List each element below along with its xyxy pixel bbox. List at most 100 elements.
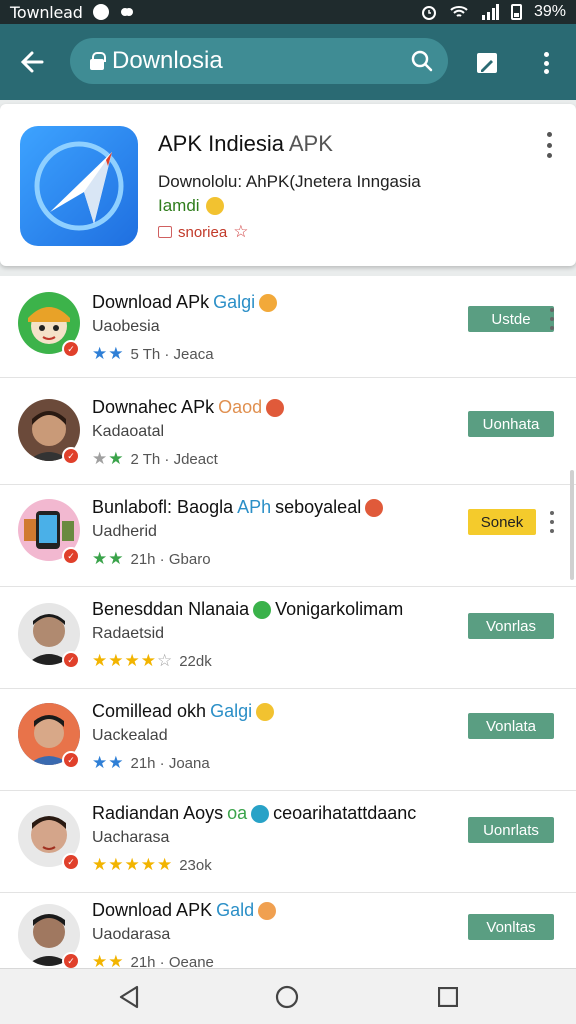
verified-badge-icon: ✓ — [62, 952, 80, 968]
list-item-meta: ★★★★☆ 22dk — [92, 651, 212, 671]
edit-icon[interactable] — [474, 50, 502, 78]
featured-title-text: APK Indiesia — [158, 131, 284, 156]
verified-badge-icon: ✓ — [62, 751, 80, 769]
list-item-title: Download APK Gald — [92, 900, 277, 921]
rating-stars: ★★★★☆ — [92, 651, 174, 670]
featured-subtitle2-text: Iamdi — [158, 196, 200, 215]
install-button[interactable]: Uonhata — [468, 411, 554, 437]
rating-stars: ★★ — [92, 753, 125, 772]
list-item-tag: Vonigarkolimam — [275, 599, 404, 619]
battery-percent: 39% — [533, 3, 566, 20]
list-item-title: Download APk Galgi — [92, 292, 278, 313]
list-item-tag: Gald — [216, 900, 255, 920]
list-item[interactable]: ✓ Download APk Galgi Uaobesia ★★ 5 Th · … — [0, 276, 576, 378]
verified-badge-icon: ✓ — [62, 547, 80, 565]
search-bar[interactable]: Downlosia — [70, 38, 448, 84]
list-item-meta: ★★ 5 Th · Jeaca — [92, 344, 214, 364]
install-button[interactable]: Vonrlas — [468, 613, 554, 639]
verified-badge-icon: ✓ — [62, 447, 80, 465]
list-item-tag: Oaod — [218, 397, 263, 417]
coin-icon — [259, 293, 278, 312]
message-icon — [158, 226, 172, 238]
featured-app-card[interactable]: APK Indiesia APK Downololu: AhPK(Jnetera… — [0, 104, 576, 266]
list-item-tag: oa — [227, 803, 248, 823]
install-button[interactable]: Vonlata — [468, 713, 554, 739]
list-item-tag-2: ceoarihatattdaanc — [273, 803, 417, 823]
list-item-meta-text: 22dk — [179, 652, 212, 670]
list-item-menu-button[interactable] — [548, 511, 556, 533]
install-button[interactable]: Ustde — [468, 306, 554, 332]
list-item-meta: ★★ 21h · Joana — [92, 753, 210, 773]
list-item[interactable]: ✓ Radiandan Aoys oa ceoarihatattdaanc Ua… — [0, 791, 576, 893]
list-item[interactable]: ✓ Comillead okh Galgi Uackealad ★★ 21h ·… — [0, 689, 576, 791]
coin-icon — [256, 702, 275, 721]
badge-icon — [205, 197, 224, 215]
list-item-tag: APh — [237, 497, 272, 517]
list-item-title-text: Comillead okh — [92, 701, 207, 721]
nav-back-icon[interactable] — [118, 985, 140, 1009]
overflow-menu-button[interactable] — [532, 48, 560, 78]
list-item[interactable]: ✓ Download APK Gald Uaodarasa ★★ 21h · O… — [0, 890, 576, 968]
app-bar: Downlosia — [0, 24, 576, 100]
list-item-subtitle: Uadherid — [92, 523, 157, 540]
signal-icon — [481, 4, 499, 20]
coin-icon — [365, 498, 384, 517]
scrollbar[interactable] — [570, 470, 574, 580]
featured-app-subtitle: Downololu: AhPK(Jnetera Inngasia — [158, 172, 421, 191]
verified-badge-icon: ✓ — [62, 853, 80, 871]
list-item-meta: ★★ 2 Th · Jdeact — [92, 449, 218, 469]
list-item-title-text: Benesddan Nlanaia — [92, 599, 250, 619]
search-icon[interactable] — [410, 49, 434, 73]
list-item[interactable]: ✓ Benesddan Nlanaia Vonigarkolimam Radae… — [0, 587, 576, 689]
list-item-subtitle: Uaobesia — [92, 318, 160, 335]
install-button[interactable]: Vonltas — [468, 914, 554, 940]
featured-meta-text: snoriea — [178, 223, 228, 241]
list-item-title: Comillead okh Galgi — [92, 701, 275, 722]
list-item-subtitle: Uaodarasa — [92, 926, 171, 943]
back-button[interactable] — [0, 24, 64, 100]
alarm-icon — [421, 6, 436, 20]
app-list: ✓ Download APk Galgi Uaobesia ★★ 5 Th · … — [0, 276, 576, 968]
nav-recent-apps-icon[interactable] — [438, 987, 458, 1007]
rating-stars: ★★ — [92, 549, 125, 568]
more-notifications-icon — [120, 8, 129, 16]
list-item-title: Bunlabofl: Baogla APh seboyaleal — [92, 497, 384, 518]
verified-badge-icon: ✓ — [62, 340, 80, 358]
list-item-subtitle: Uackealad — [92, 727, 168, 744]
arrow-left-icon — [20, 51, 44, 73]
star-outline-icon[interactable]: ☆ — [233, 222, 248, 242]
list-item-meta: ★★ 21h · Gbaro — [92, 549, 211, 569]
coin-icon — [253, 600, 272, 619]
list-item-meta-text: 21h · Oeane — [130, 953, 214, 969]
list-item[interactable]: ✓ Downahec APk Oaod Kadaoatal ★★ 2 Th · … — [0, 383, 576, 485]
search-input[interactable]: Downlosia — [112, 47, 410, 75]
list-item-subtitle: Kadaoatal — [92, 423, 165, 440]
list-item-menu-button[interactable] — [548, 308, 556, 330]
nav-home-icon[interactable] — [275, 985, 299, 1009]
rating-stars: ★★ — [92, 344, 125, 363]
list-item-subtitle: Uacharasa — [92, 829, 170, 846]
verified-badge-icon: ✓ — [62, 651, 80, 669]
list-item-title: Downahec APk Oaod — [92, 397, 285, 418]
list-item-meta-text: 23ok — [179, 856, 212, 874]
list-item-title: Benesddan Nlanaia Vonigarkolimam — [92, 599, 403, 620]
featured-card-menu-button[interactable] — [540, 132, 558, 158]
list-item[interactable]: ✓ Bunlabofl: Baogla APh seboyaleal Uadhe… — [0, 485, 576, 587]
rating-stars: ★★ — [92, 449, 125, 468]
install-button[interactable]: Sonek — [468, 509, 536, 535]
list-item-meta-text: 5 Th · Jeaca — [130, 345, 214, 363]
status-bar-title: Townlead — [10, 2, 83, 22]
status-bar: Townlead 39% — [0, 0, 576, 24]
rating-stars: ★★ — [92, 952, 125, 968]
install-button[interactable]: Uonrlats — [468, 817, 554, 843]
list-item-title: Radiandan Aoys oa ceoarihatattdaanc — [92, 803, 416, 824]
featured-app-icon — [20, 126, 138, 246]
list-item-meta: ★★★★★ 23ok — [92, 855, 212, 875]
navigation-bar — [0, 968, 576, 1024]
featured-title-suffix: APK — [288, 131, 333, 156]
featured-app-meta: snoriea ☆ — [158, 222, 248, 242]
list-item-title-text: Download APk — [92, 292, 210, 312]
list-item-meta-text: 2 Th · Jdeact — [130, 450, 218, 468]
coin-icon — [251, 804, 270, 823]
list-item-title-text: Radiandan Aoys — [92, 803, 224, 823]
